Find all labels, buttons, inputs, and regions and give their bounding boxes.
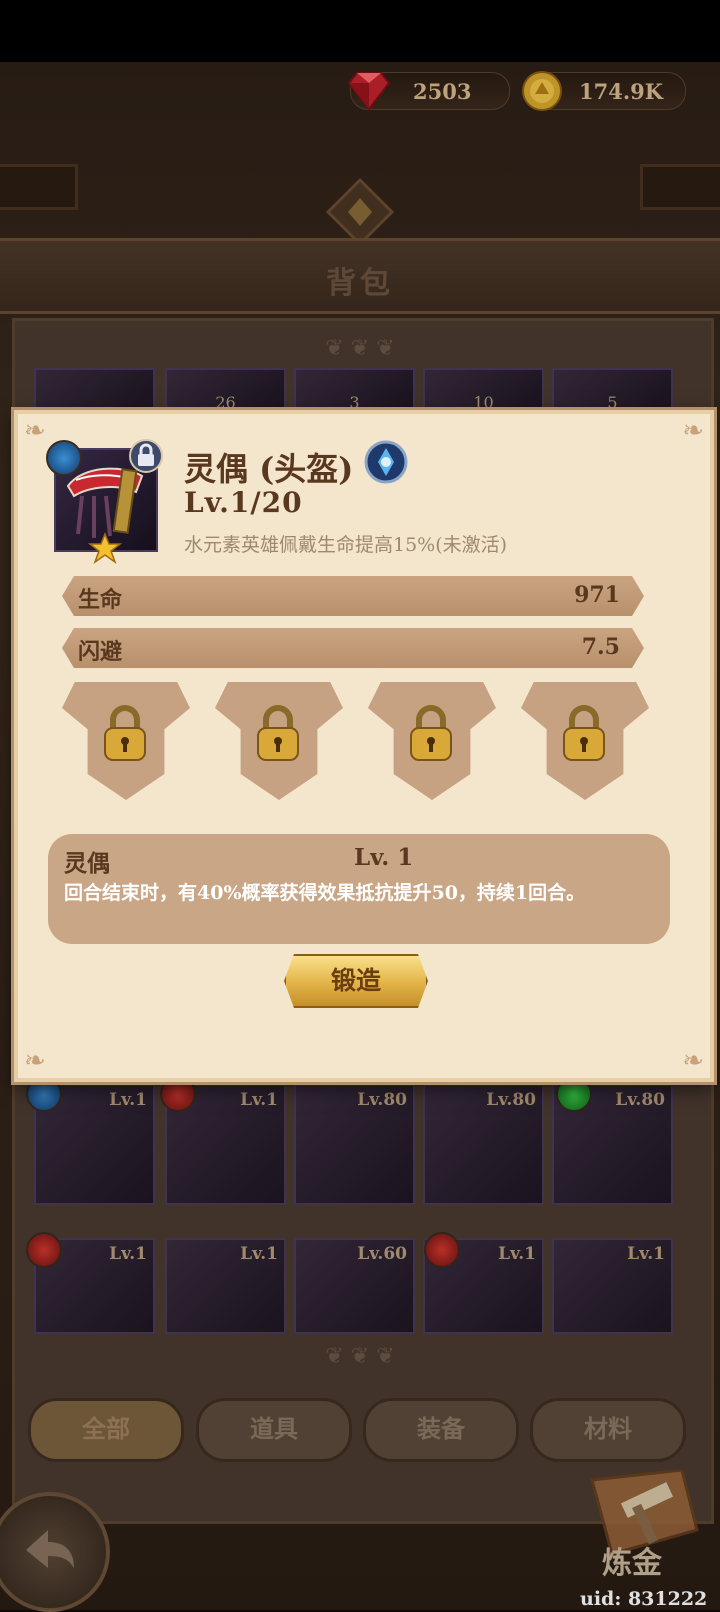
stat-label: 生命 <box>78 587 123 613</box>
item-name: 灵偶 (头盔) <box>184 450 354 488</box>
padlock-icon <box>410 705 452 761</box>
skill-description: 回合结束时，有40%概率获得效果抵抗提升50，持续1回合。 <box>64 882 586 904</box>
skill-name: 灵偶 <box>64 850 110 877</box>
item-level: Lv.1/20 <box>184 486 303 519</box>
stat-bar-dodge: 闪避 7.5 <box>62 628 644 668</box>
item-set-bonus: 水元素英雄佩戴生命提高15%(未激活) <box>184 534 508 556</box>
water-element-icon <box>46 440 82 476</box>
corner-ornament: ❧ <box>682 1046 704 1076</box>
water-class-badge-icon <box>364 440 408 484</box>
stat-label: 闪避 <box>78 639 123 665</box>
padlock-icon <box>563 705 605 761</box>
item-detail-dialog: ❧ ❧ ❧ ❧ 灵偶 (头盔) Lv.1/20 水元素英雄佩戴生命提高15%(未… <box>14 410 714 1082</box>
stat-value: 971 <box>574 582 620 608</box>
skill-level: Lv. 1 <box>354 844 414 871</box>
padlock-icon <box>257 705 299 761</box>
forge-button[interactable]: 锻造 <box>284 954 428 1008</box>
corner-ornament: ❧ <box>24 416 46 446</box>
status-bar <box>0 0 720 62</box>
corner-ornament: ❧ <box>682 416 704 446</box>
lock-badge-icon[interactable] <box>128 438 164 474</box>
star-icon <box>88 532 122 564</box>
stat-bar-hp: 生命 971 <box>62 576 644 616</box>
corner-ornament: ❧ <box>24 1046 46 1076</box>
skill-description-box: 灵偶 Lv. 1 回合结束时，有40%概率获得效果抵抗提升50，持续1回合。 <box>48 834 670 944</box>
padlock-icon <box>104 705 146 761</box>
stat-value: 7.5 <box>581 634 620 660</box>
